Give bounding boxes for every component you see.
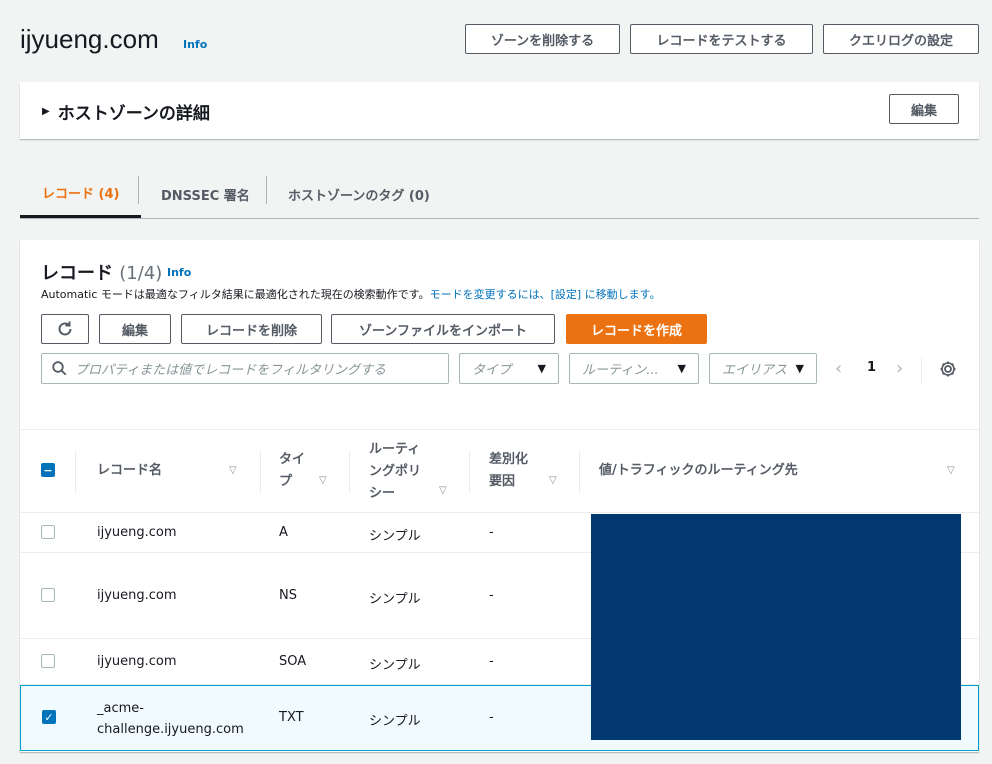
record-policy: シンプル — [369, 658, 421, 673]
delete-zone-button[interactable]: ゾーンを削除する — [465, 24, 620, 54]
column-divider — [579, 451, 580, 493]
alias-filter-label: エイリアス — [722, 363, 788, 378]
records-title-text: レコード — [41, 263, 113, 284]
record-type: A — [279, 525, 288, 540]
caret-down-icon: ▼ — [795, 362, 804, 375]
records-title: レコード (1/4) — [41, 259, 162, 285]
col-diff-line1: 差別化 — [489, 452, 529, 467]
column-divider — [260, 451, 261, 493]
search-mode-text: Automatic モードは最適なフィルタ結果に最適化された現在の検索動作です。 — [41, 288, 430, 301]
col-routing-line1: ルーティ — [369, 442, 421, 457]
sort-icon[interactable]: ▽ — [229, 465, 237, 476]
chevron-left-icon[interactable]: ‹ — [835, 358, 842, 379]
record-type: NS — [279, 588, 297, 603]
edit-record-button[interactable]: 編集 — [99, 314, 171, 344]
record-filter-input[interactable]: プロパティまたは値でレコードをフィルタリングする — [41, 353, 449, 384]
query-log-button[interactable]: クエリログの設定 — [823, 24, 979, 54]
search-placeholder: プロパティまたは値でレコードをフィルタリングする — [75, 363, 386, 378]
caret-down-icon: ▼ — [537, 362, 546, 375]
search-mode-description: Automatic モードは最適なフィルタ結果に最適化された現在の検索動作です。… — [41, 286, 661, 302]
column-divider — [349, 451, 350, 493]
record-policy: シンプル — [369, 714, 421, 729]
row-checkbox[interactable] — [41, 525, 55, 539]
record-name-line2: challenge.ijyueng.com — [97, 722, 244, 737]
edit-details-button[interactable]: 編集 — [889, 94, 959, 124]
record-name: ijyueng.com — [97, 588, 177, 603]
col-value[interactable]: 値/トラフィックのルーティング先 — [599, 460, 798, 482]
col-routing-policy[interactable]: ルーティ ングポリ シー — [369, 439, 421, 505]
routing-filter-label: ルーティン... — [582, 363, 659, 378]
row-checkbox-checked[interactable]: ✓ — [42, 710, 56, 724]
column-divider — [469, 451, 470, 493]
col-record-name[interactable]: レコード名 — [97, 460, 162, 482]
record-diff: - — [489, 654, 494, 669]
record-diff: - — [489, 525, 494, 540]
record-diff: - — [489, 588, 494, 603]
record-name: ijyueng.com — [97, 654, 177, 669]
test-record-button[interactable]: レコードをテストする — [630, 24, 813, 54]
col-differentiator[interactable]: 差別化 要因 — [489, 449, 528, 493]
col-type-line1: タイ — [279, 452, 306, 467]
import-zone-file-button[interactable]: ゾーンファイルをインポート — [331, 314, 555, 344]
col-type[interactable]: タイ プ — [279, 449, 305, 493]
pager-divider — [921, 357, 922, 383]
record-type: TXT — [279, 710, 304, 725]
col-diff-line2: 要因 — [489, 474, 516, 489]
column-divider — [75, 451, 76, 493]
settings-link[interactable]: モードを変更するには、[設定] に移動します。 — [430, 288, 661, 301]
sort-icon[interactable]: ▽ — [439, 485, 447, 496]
sort-icon[interactable]: ▽ — [319, 475, 327, 486]
record-name-line1: _acme- — [97, 701, 144, 716]
row-checkbox[interactable] — [41, 654, 55, 668]
record-policy: シンプル — [369, 529, 421, 544]
record-name: _acme- challenge.ijyueng.com — [97, 698, 244, 740]
redacted-values-block — [591, 514, 961, 740]
tab-dnssec[interactable]: DNSSEC 署名 — [139, 170, 272, 218]
refresh-button[interactable] — [41, 314, 89, 344]
col-type-line2: プ — [279, 474, 293, 489]
create-record-button[interactable]: レコードを作成 — [566, 314, 707, 344]
search-icon — [52, 361, 67, 376]
row-checkbox[interactable] — [41, 588, 55, 602]
tab-tags[interactable]: ホストゾーンのタグ (0) — [266, 170, 452, 218]
record-type: SOA — [279, 654, 307, 669]
col-routing-line3: シー — [369, 486, 396, 501]
records-table-header: − レコード名 ▽ タイ プ ▽ ルーティ ングポリ シー ▽ 差別化 要因 ▽… — [20, 429, 979, 513]
tab-bar: レコード (4) DNSSEC 署名 ホストゾーンのタグ (0) — [20, 170, 979, 219]
gear-icon[interactable] — [939, 360, 957, 378]
record-policy: シンプル — [369, 592, 421, 607]
sort-icon[interactable]: ▽ — [549, 475, 557, 486]
tab-records[interactable]: レコード (4) — [20, 170, 142, 218]
sort-icon[interactable]: ▽ — [947, 465, 955, 476]
select-all-checkbox[interactable]: − — [41, 463, 55, 477]
routing-filter-select[interactable]: ルーティン... ▼ — [569, 353, 699, 384]
col-routing-line2: ングポリ — [369, 464, 422, 479]
alias-filter-select[interactable]: エイリアス ▼ — [709, 353, 817, 384]
type-filter-select[interactable]: タイプ ▼ — [459, 353, 559, 384]
chevron-right-icon[interactable]: › — [896, 358, 903, 379]
hosted-zone-details-panel: ▶ ホストゾーンの詳細 編集 — [20, 82, 979, 139]
refresh-icon — [58, 321, 72, 336]
caret-down-icon: ▼ — [677, 362, 686, 375]
records-info-link[interactable]: Info — [167, 266, 191, 279]
info-link[interactable]: Info — [183, 38, 207, 51]
page-number[interactable]: 1 — [867, 360, 876, 375]
caret-right-icon: ▶ — [42, 106, 50, 117]
records-count: (1/4) — [119, 263, 163, 284]
type-filter-label: タイプ — [472, 363, 512, 378]
details-title: ホストゾーンの詳細 — [57, 104, 210, 124]
delete-record-button[interactable]: レコードを削除 — [181, 314, 322, 344]
page-title: ijyueng.com — [20, 24, 159, 54]
record-diff: - — [489, 710, 494, 725]
record-name: ijyueng.com — [97, 525, 177, 540]
details-expander[interactable]: ▶ ホストゾーンの詳細 — [42, 99, 210, 124]
